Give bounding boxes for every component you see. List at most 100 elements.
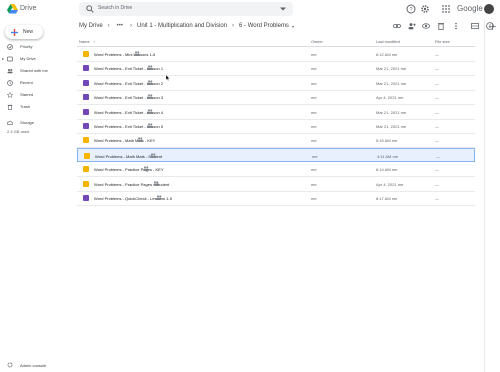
sidebar-item-label: Shared with me [20, 68, 48, 73]
sidebar-item-trash[interactable]: Trash [0, 101, 74, 112]
help-icon[interactable]: ? [406, 4, 416, 14]
plus-icon [11, 28, 18, 36]
file-row[interactable]: Word Problems - Exit Ticket - Lesson 2 me… [77, 76, 475, 91]
search-icon[interactable] [86, 5, 94, 13]
file-owner: me [311, 66, 317, 72]
search-box[interactable]: Search in Drive [79, 2, 293, 16]
breadcrumb-my-drive[interactable]: My Drive [79, 23, 103, 29]
file-owner: me [311, 138, 317, 144]
sidebar-item-label: Storage [20, 120, 35, 125]
sidebar-item-starred[interactable]: Starred [0, 89, 74, 100]
search-options-icon[interactable] [280, 6, 286, 12]
clock-icon [7, 79, 13, 86]
sidebar-item-label: My Drive [20, 56, 36, 61]
file-list-header: Name ↑ Owner Last modified File size [77, 36, 475, 47]
admin-console-label: Admin console [20, 362, 47, 368]
sort-arrow-icon[interactable]: ↑ [93, 39, 95, 44]
shared-people-icon [147, 108, 153, 114]
sidebar: New Priority ▸ My Drive Shared with me R… [0, 19, 74, 372]
chevron-right-icon: › [107, 23, 110, 29]
app-brand[interactable]: Drive [20, 5, 36, 12]
sidebar-item-shared[interactable]: Shared with me [0, 65, 74, 76]
file-row[interactable]: Word Problems - QuickCheck - Lessons 1-5… [77, 191, 475, 206]
delete-trash-icon[interactable] [437, 22, 445, 30]
more-vertical-icon[interactable] [452, 22, 460, 30]
file-last-modified: Mar 21, 2021 me [376, 80, 407, 86]
sidebar-item-recent[interactable]: Recent [0, 77, 74, 88]
get-link-icon[interactable] [393, 22, 401, 30]
file-row[interactable]: Word Problems - Mini Lessons 1-5 me 6:12 A… [77, 47, 475, 62]
file-owner: me [311, 52, 317, 57]
file-row[interactable]: Word Problems - Exit Ticket - Lesson 5 me… [77, 119, 475, 134]
trash-icon [7, 104, 13, 110]
column-file-size-header[interactable]: File size [435, 39, 450, 44]
search-input[interactable]: Search in Drive [98, 5, 132, 11]
sidebar-item-label: Trash [20, 104, 31, 109]
check-circle-icon [7, 43, 13, 50]
file-name[interactable]: Word Problems - Mini Lessons 1-5 [94, 52, 155, 57]
column-name-header[interactable]: Name [79, 39, 90, 44]
file-row[interactable]: Word Problems - Exit Ticket - Lesson 3 me… [77, 90, 475, 106]
side-panel [484, 19, 500, 372]
file-row[interactable]: Word Problems - Practice Pages - Student… [77, 177, 475, 192]
sidebar-item-storage[interactable]: Storage [0, 117, 74, 128]
google-slides-icon [83, 166, 89, 173]
expand-arrow-icon[interactable]: ▸ [2, 56, 4, 61]
preview-eye-icon[interactable] [422, 22, 430, 30]
file-owner: me [312, 153, 318, 159]
shared-people-icon [147, 94, 153, 99]
file-name[interactable]: Word Problems - Practice Pages - KEY [94, 167, 164, 172]
file-size: — [435, 80, 439, 86]
account-avatar[interactable] [484, 4, 494, 14]
admin-gear-icon [7, 362, 13, 368]
column-last-modified-header[interactable]: Last modified [376, 39, 400, 44]
drive-logo-icon[interactable] [7, 4, 18, 14]
add-addon-icon[interactable] [489, 23, 496, 30]
google-forms-icon [83, 108, 89, 115]
google-slides-icon [83, 137, 89, 144]
list-view-icon[interactable] [471, 22, 479, 30]
file-size: — [435, 138, 439, 144]
file-last-modified: 6:17 AM me [376, 196, 398, 201]
sidebar-item-label: Recent [20, 80, 33, 85]
admin-console-link[interactable]: Admin console [0, 360, 74, 370]
file-owner: me [311, 80, 317, 86]
shared-people-icon [147, 123, 153, 128]
file-size: — [435, 109, 439, 115]
file-owner: me [311, 124, 317, 129]
file-name[interactable]: Word Problems - Math Mats - KEY [94, 138, 155, 143]
current-folder-label: 6 - Word Problems [239, 23, 289, 29]
file-last-modified: Mar 21, 2021 me [376, 66, 407, 72]
sidebar-item-label: Starred [20, 92, 34, 97]
chevron-right-icon: › [129, 23, 132, 29]
my-drive-icon [7, 56, 13, 61]
breadcrumb-unit-1[interactable]: Unit 1 - Multiplication and Division [137, 23, 227, 29]
new-button[interactable]: New [5, 25, 43, 39]
file-size: — [435, 196, 439, 201]
svg-text:?: ? [409, 7, 412, 13]
google-wordmark: Google [457, 4, 483, 13]
sidebar-item-priority[interactable]: Priority [0, 41, 74, 52]
file-row[interactable]: Word Problems - Math Mats - Student me 4:1… [77, 147, 475, 162]
file-size: — [435, 167, 439, 173]
file-owner: me [311, 167, 317, 173]
apps-grid-icon[interactable] [441, 4, 451, 14]
breadcrumb-more[interactable]: ••• [117, 23, 123, 29]
shared-people-icon [137, 137, 143, 143]
share-person-add-icon[interactable] [408, 22, 416, 30]
file-owner: me [311, 109, 317, 115]
file-size: — [436, 153, 440, 159]
shared-people-icon [134, 51, 140, 56]
breadcrumb-current-folder[interactable]: 6 - Word Problems ▾ [239, 23, 294, 29]
file-row[interactable]: Word Problems - Practice Pages - KEY me 6:… [77, 162, 475, 178]
file-row[interactable]: Word Problems - Exit Ticket - Lesson 1 me… [77, 61, 475, 77]
new-button-label: New [23, 29, 34, 35]
settings-gear-icon[interactable] [420, 4, 430, 14]
top-bar: Drive Search in Drive ? Google [0, 0, 500, 19]
column-owner-header[interactable]: Owner [311, 39, 323, 44]
file-row[interactable]: Word Problems - Exit Ticket - Lesson 4 me… [77, 105, 475, 120]
file-row[interactable]: Word Problems - Math Mats - KEY me 5:15 AM… [77, 133, 475, 149]
sidebar-item-my-drive[interactable]: ▸ My Drive [0, 53, 74, 64]
file-owner: me [311, 95, 317, 101]
google-forms-icon [83, 94, 89, 101]
